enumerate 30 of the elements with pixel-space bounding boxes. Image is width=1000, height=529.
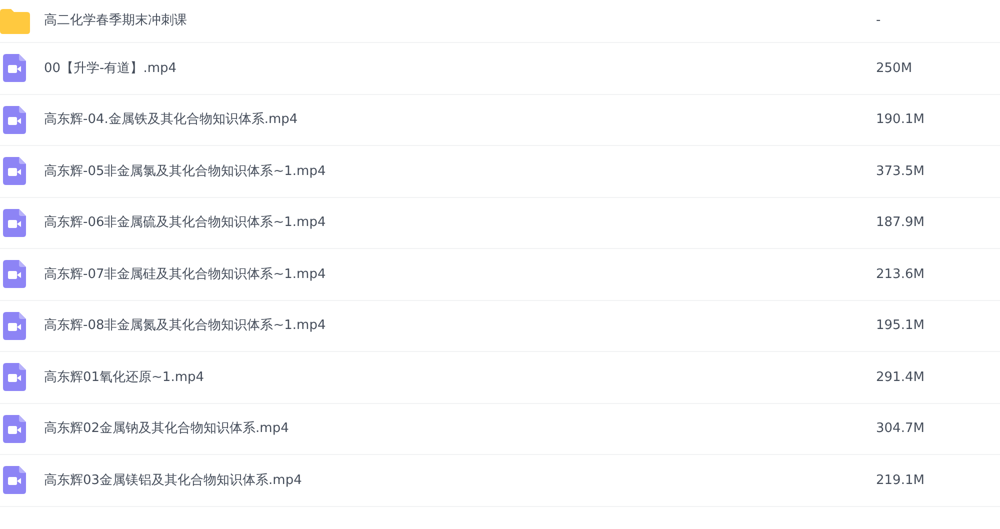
file-size: 195.1M <box>876 317 924 335</box>
video-file-icon <box>3 260 26 288</box>
file-name[interactable]: 高东辉-06非金属硫及其化合物知识体系~1.mp4 <box>44 213 876 232</box>
file-size: - <box>876 12 881 30</box>
file-name[interactable]: 高东辉-08非金属氮及其化合物知识体系~1.mp4 <box>44 316 876 336</box>
file-name[interactable]: 高东辉02金属钠及其化合物知识体系.mp4 <box>44 419 876 438</box>
video-file-icon <box>3 414 26 443</box>
file-name[interactable]: 00【升学-有道】.mp4 <box>44 58 876 78</box>
video-file-icon <box>3 312 26 340</box>
video-file-icon <box>3 363 26 392</box>
file-size: 187.9M <box>876 214 924 232</box>
file-size: 304.7M <box>876 420 924 438</box>
video-file-icon <box>3 157 26 186</box>
folder-icon <box>0 8 30 34</box>
file-name[interactable]: 高东辉-04.金属铁及其化合物知识体系.mp4 <box>44 110 876 130</box>
file-size: 373.5M <box>876 162 924 180</box>
file-name[interactable]: 高东辉-05非金属氯及其化合物知识体系~1.mp4 <box>44 162 876 181</box>
file-name[interactable]: 高二化学春季期末冲刺课 <box>44 11 876 31</box>
video-file-icon <box>3 54 26 82</box>
file-size: 291.4M <box>876 368 924 386</box>
video-file-icon <box>3 106 26 134</box>
file-size: 219.1M <box>876 472 924 490</box>
file-size: 250M <box>876 60 912 78</box>
file-size: 213.6M <box>876 266 924 284</box>
video-file-icon <box>3 208 26 237</box>
file-name[interactable]: 高东辉01氧化还原~1.mp4 <box>44 368 876 387</box>
file-name[interactable]: 高东辉-07非金属硅及其化合物知识体系~1.mp4 <box>44 264 876 284</box>
file-name[interactable]: 高东辉03金属镁铝及其化合物知识体系.mp4 <box>44 470 876 490</box>
file-size: 190.1M <box>876 111 924 129</box>
video-file-icon <box>3 466 26 494</box>
